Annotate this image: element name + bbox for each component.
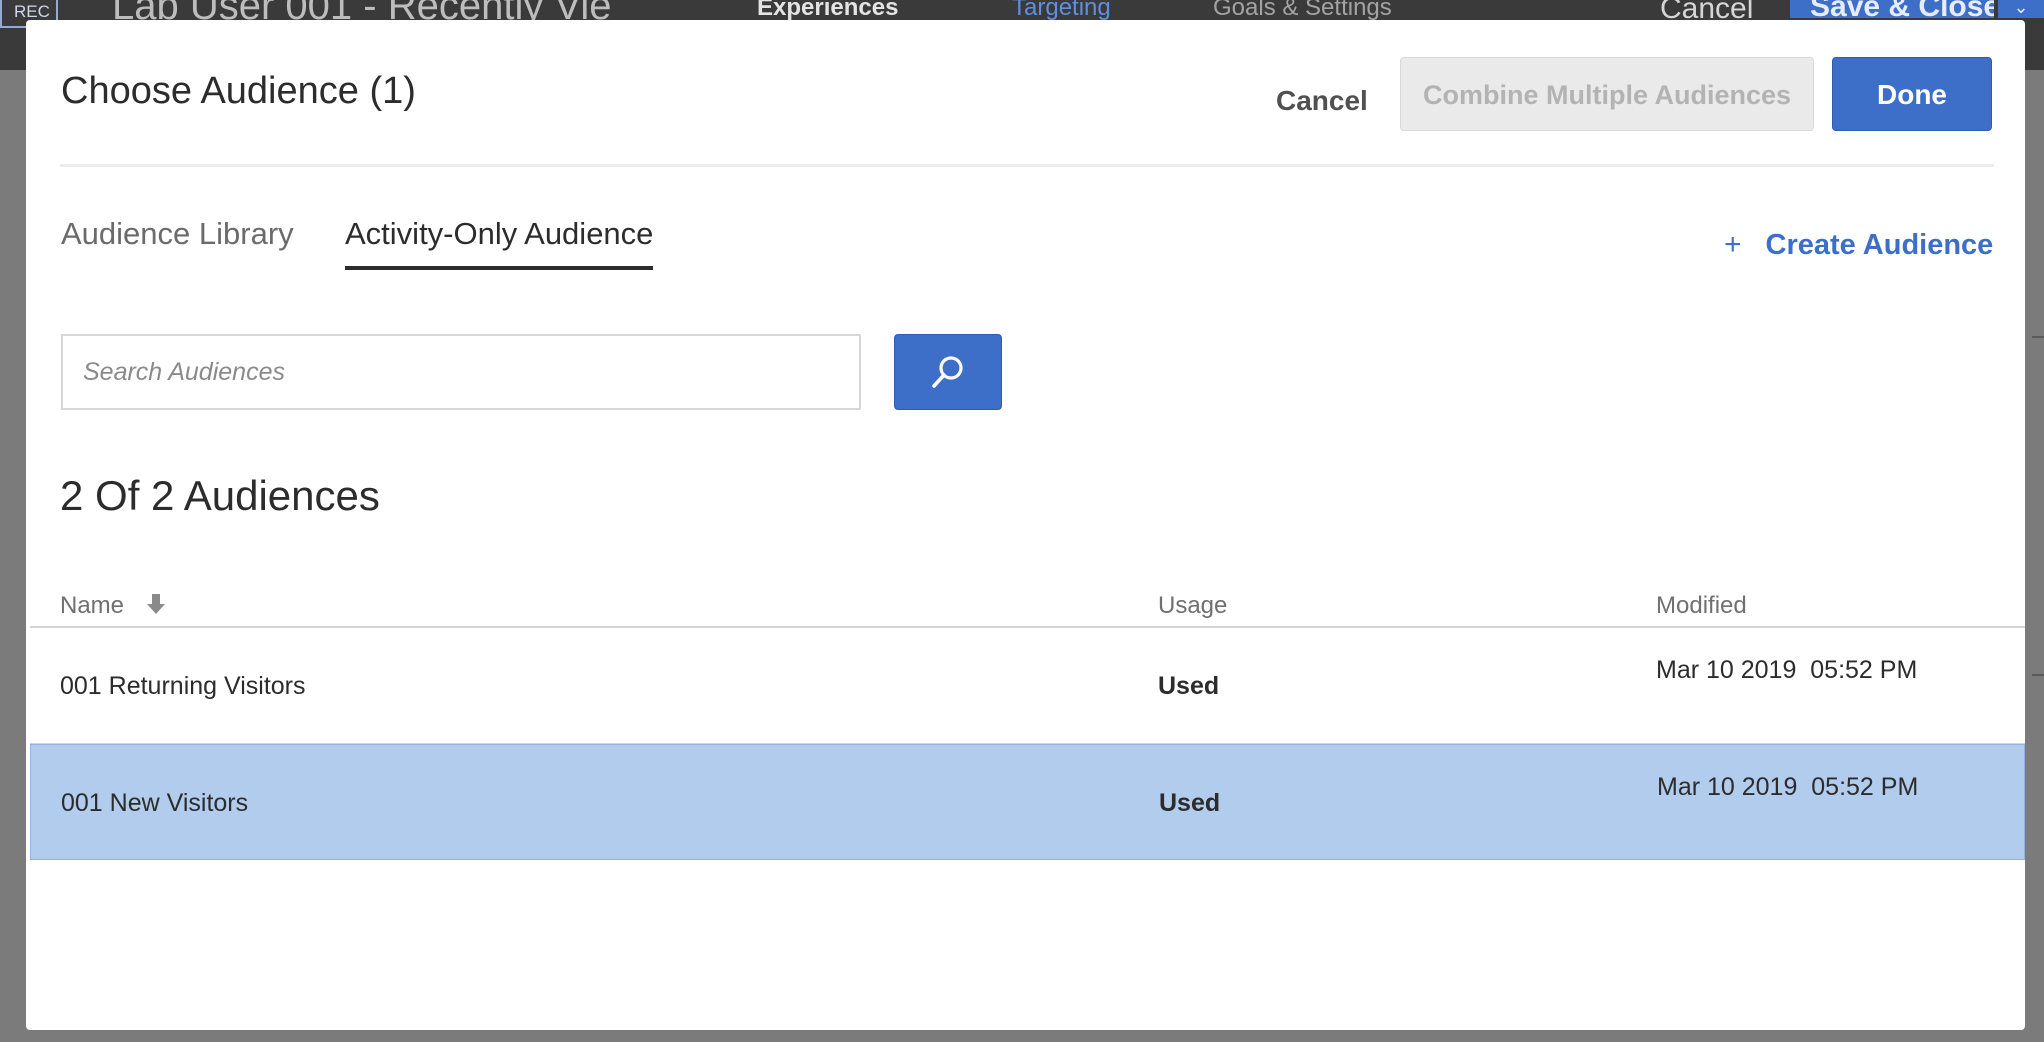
audience-name: 001 Returning Visitors	[60, 672, 306, 700]
tab-activity-only-audience[interactable]: Activity-Only Audience	[345, 216, 654, 270]
audience-count: 2 Of 2 Audiences	[60, 472, 380, 519]
save-close-button: Save & Close	[1790, 0, 1994, 18]
plus-icon: +	[1724, 228, 1742, 261]
dialog-title: Choose Audience (1)	[61, 70, 416, 112]
background-divider	[2032, 674, 2044, 676]
nav-goals-settings: Goals & Settings	[1213, 0, 1392, 21]
search-audiences-input[interactable]	[61, 334, 861, 410]
nav-experiences: Experiences	[757, 0, 899, 21]
chevron-down-icon: ⌄	[1998, 0, 2044, 18]
audience-name: 001 New Visitors	[61, 789, 249, 817]
create-audience-label: Create Audience	[1765, 229, 1994, 261]
column-header-modified: Modified	[1656, 592, 1747, 619]
search-icon	[932, 356, 963, 388]
audience-modified: Mar 10 2019 05:52 PM	[1656, 656, 1918, 684]
combine-audiences-button[interactable]: Combine Multiple Audiences	[1400, 57, 1814, 131]
create-audience-link[interactable]: + Create Audience	[1724, 228, 1993, 262]
search-button[interactable]	[894, 334, 1002, 410]
table-row-selected[interactable]: 001 New Visitors Used Mar 10 2019 05:52 …	[30, 744, 2025, 860]
column-header-name[interactable]: Name	[60, 592, 124, 620]
audience-usage: Used	[1158, 672, 1220, 700]
header-divider	[60, 164, 1994, 167]
audience-modified: Mar 10 2019 05:52 PM	[1657, 773, 1919, 801]
table-row[interactable]: 001 Returning Visitors Used Mar 10 2019 …	[30, 628, 2025, 744]
sort-descending-icon[interactable]	[146, 592, 166, 616]
cancel-button[interactable]: Cancel	[1256, 76, 1388, 126]
done-button[interactable]: Done	[1832, 57, 1992, 131]
tab-audience-library[interactable]: Audience Library	[61, 216, 294, 266]
audience-usage: Used	[1159, 789, 1221, 817]
choose-audience-dialog: Choose Audience (1) Cancel Combine Multi…	[26, 20, 2025, 1030]
column-header-usage: Usage	[1158, 592, 1228, 619]
background-divider	[2032, 336, 2044, 338]
nav-targeting: Targeting	[1012, 0, 1111, 21]
